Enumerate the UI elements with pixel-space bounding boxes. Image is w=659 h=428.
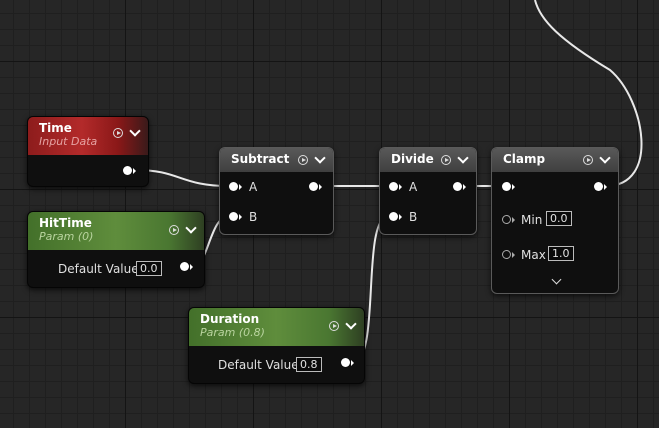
hittime-default-label: Default Value [58, 262, 139, 276]
play-circle-icon[interactable] [441, 155, 451, 165]
clamp-max-pin[interactable] [502, 250, 515, 259]
divide-output-pin[interactable] [453, 182, 466, 191]
chevron-down-icon[interactable] [599, 152, 611, 164]
chevron-down-icon[interactable] [314, 152, 326, 164]
subtract-input-pin-a[interactable] [229, 182, 242, 191]
play-circle-icon[interactable] [583, 155, 593, 165]
clamp-min-label: Min [521, 213, 543, 227]
duration-node[interactable]: Duration Param (0.8) Default Value 0.8 [188, 307, 365, 384]
subtract-node-header[interactable]: Subtract [220, 148, 333, 172]
hittime-node-header[interactable]: HitTime Param (0) [28, 212, 204, 250]
wire-time-to-subtract-a [135, 169, 230, 187]
play-circle-icon[interactable] [298, 155, 308, 165]
clamp-node[interactable]: Clamp Min 0.0 Max 1.0 [491, 147, 619, 294]
divide-input-pin-b[interactable] [389, 212, 402, 221]
play-circle-icon[interactable] [113, 128, 123, 138]
duration-node-controls [329, 318, 357, 331]
divide-node-controls [441, 152, 469, 165]
clamp-min-pin[interactable] [502, 215, 515, 224]
divide-pin-b-label: B [409, 210, 418, 224]
subtract-output-pin[interactable] [309, 182, 322, 191]
clamp-output-pin[interactable] [594, 182, 607, 191]
subtract-pin-b-label: B [249, 210, 258, 224]
time-output-pin[interactable] [123, 166, 136, 175]
divide-node[interactable]: Divide A B [379, 147, 477, 235]
divide-node-header[interactable]: Divide [380, 148, 476, 172]
duration-node-header[interactable]: Duration Param (0.8) [189, 308, 364, 346]
time-node[interactable]: Time Input Data [27, 116, 149, 187]
play-circle-icon[interactable] [169, 225, 179, 235]
hittime-node-controls [169, 222, 197, 235]
clamp-max-field[interactable]: 1.0 [548, 246, 574, 261]
subtract-input-pin-b[interactable] [229, 212, 242, 221]
clamp-input-pin[interactable] [502, 182, 515, 191]
play-circle-icon[interactable] [329, 321, 339, 331]
chevron-down-icon[interactable] [185, 222, 197, 234]
clamp-min-field[interactable]: 0.0 [546, 211, 572, 226]
duration-default-label: Default Value [218, 358, 299, 372]
time-node-header[interactable]: Time Input Data [28, 117, 148, 155]
divide-input-pin-a[interactable] [389, 182, 402, 191]
clamp-max-label: Max [521, 248, 546, 262]
chevron-down-icon[interactable] [457, 152, 469, 164]
hittime-output-pin[interactable] [180, 262, 193, 271]
time-node-controls [113, 125, 141, 138]
chevron-down-icon[interactable] [129, 125, 141, 137]
duration-default-field[interactable]: 0.8 [296, 357, 322, 372]
chevron-down-icon[interactable] [551, 274, 562, 285]
duration-output-pin[interactable] [341, 358, 354, 367]
hittime-node[interactable]: HitTime Param (0) Default Value 0.0 [27, 211, 205, 288]
hittime-default-field[interactable]: 0.0 [136, 261, 162, 276]
subtract-pin-a-label: A [249, 180, 258, 194]
clamp-node-controls [583, 152, 611, 165]
clamp-node-header[interactable]: Clamp [492, 148, 618, 172]
divide-pin-a-label: A [409, 180, 418, 194]
subtract-node[interactable]: Subtract A B [219, 147, 334, 235]
subtract-node-controls [298, 152, 326, 165]
chevron-down-icon[interactable] [345, 318, 357, 330]
